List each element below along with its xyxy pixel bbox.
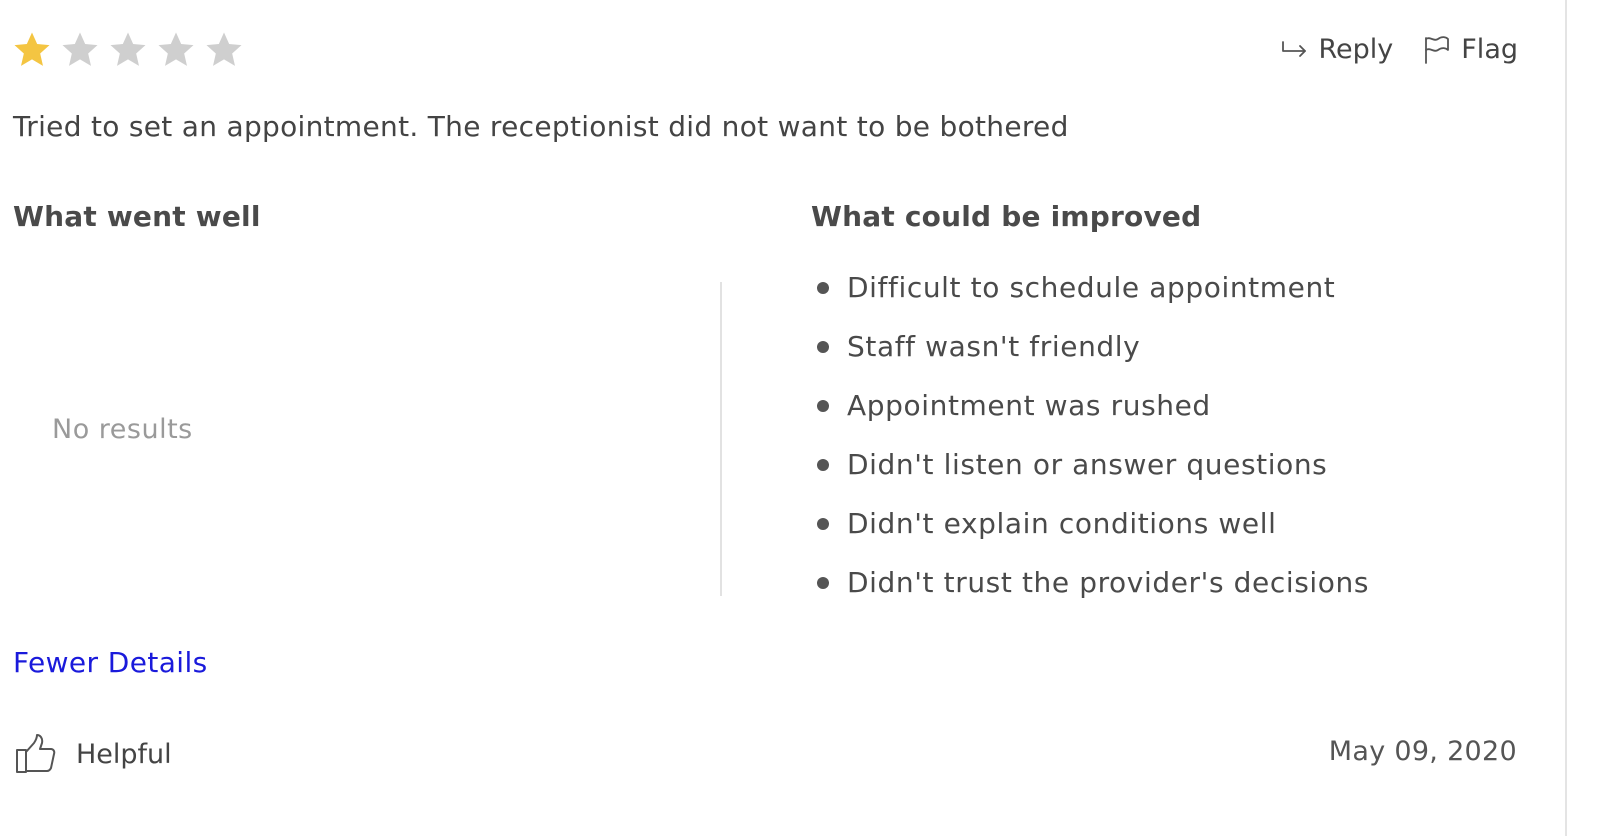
star-icon bbox=[12, 30, 52, 70]
list-item: Appointment was rushed bbox=[813, 384, 1369, 443]
thumbs-up-icon bbox=[14, 732, 58, 776]
list-item-label: Didn't listen or answer questions bbox=[847, 448, 1328, 481]
no-results-text: No results bbox=[52, 414, 193, 445]
flag-icon bbox=[1423, 35, 1451, 65]
went-well-heading: What went well bbox=[13, 200, 261, 233]
bullet-icon bbox=[817, 341, 829, 353]
list-item-label: Didn't trust the provider's decisions bbox=[847, 566, 1370, 599]
star-icon bbox=[60, 30, 100, 70]
list-item: Didn't explain conditions well bbox=[813, 502, 1369, 561]
review-date: May 09, 2020 bbox=[1328, 736, 1517, 767]
bullet-icon bbox=[817, 459, 829, 471]
review-actions: Reply Flag bbox=[1281, 34, 1518, 65]
right-edge-divider bbox=[1565, 0, 1567, 836]
flag-label: Flag bbox=[1461, 34, 1518, 65]
list-item: Didn't listen or answer questions bbox=[813, 443, 1369, 502]
star-icon bbox=[108, 30, 148, 70]
star-icon bbox=[156, 30, 196, 70]
reply-arrow-icon bbox=[1281, 40, 1309, 60]
star-rating bbox=[12, 30, 244, 70]
bullet-icon bbox=[817, 577, 829, 589]
list-item: Staff wasn't friendly bbox=[813, 325, 1369, 384]
list-item-label: Staff wasn't friendly bbox=[847, 330, 1141, 363]
column-divider bbox=[720, 282, 722, 596]
helpful-label: Helpful bbox=[76, 738, 172, 770]
reply-button[interactable]: Reply bbox=[1281, 34, 1394, 65]
helpful-button[interactable]: Helpful bbox=[14, 732, 172, 776]
list-item-label: Difficult to schedule appointment bbox=[847, 271, 1336, 304]
fewer-details-link[interactable]: Fewer Details bbox=[13, 646, 208, 679]
bullet-icon bbox=[817, 400, 829, 412]
list-item-label: Didn't explain conditions well bbox=[847, 507, 1277, 540]
star-icon bbox=[204, 30, 244, 70]
list-item: Difficult to schedule appointment bbox=[813, 266, 1369, 325]
could-improve-heading: What could be improved bbox=[811, 200, 1202, 233]
flag-button[interactable]: Flag bbox=[1423, 34, 1518, 65]
review-card: Reply Flag Tried to set an appointment. … bbox=[0, 0, 1600, 836]
bullet-icon bbox=[817, 282, 829, 294]
list-item: Didn't trust the provider's decisions bbox=[813, 561, 1369, 620]
improvement-list: Difficult to schedule appointment Staff … bbox=[813, 266, 1369, 620]
review-text: Tried to set an appointment. The recepti… bbox=[13, 110, 1069, 143]
reply-label: Reply bbox=[1318, 34, 1394, 65]
bullet-icon bbox=[817, 518, 829, 530]
list-item-label: Appointment was rushed bbox=[847, 389, 1211, 422]
